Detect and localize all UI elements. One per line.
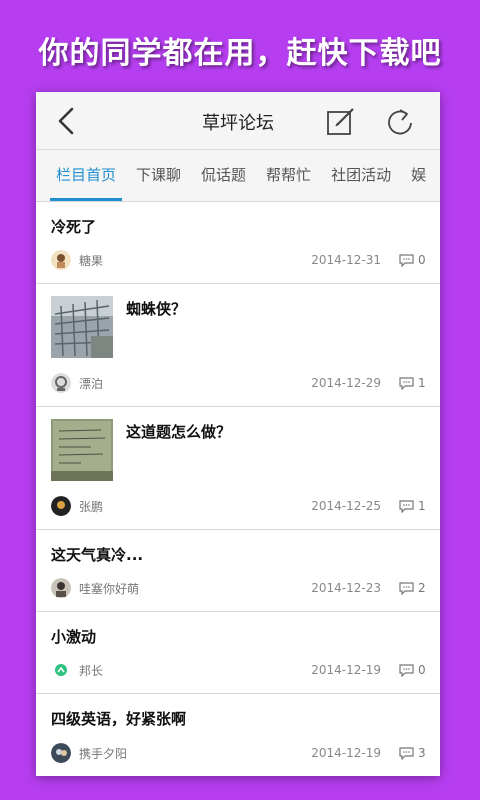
avatar: [51, 250, 71, 270]
post-author: 张鹏: [79, 499, 104, 514]
page-title: 草坪论坛: [202, 113, 274, 134]
post-title: 四级英语，好紧张啊: [51, 710, 187, 728]
post-meta: 张鹏 2014-12-25 1: [51, 495, 428, 517]
post-item[interactable]: 这天气真冷... 哇塞你好萌 2014-12-23 2: [36, 530, 440, 612]
tab-entertainment[interactable]: 娱: [405, 150, 432, 201]
post-date: 2014-12-23: [311, 581, 381, 595]
comment-icon: [399, 376, 414, 390]
comment-icon: [399, 499, 414, 513]
post-title: 冷死了: [51, 218, 97, 236]
refresh-icon[interactable]: [386, 106, 414, 136]
post-meta: 携手夕阳 2014-12-19 3: [51, 742, 428, 764]
post-item[interactable]: 小激动 邦长 2014-12-19 0: [36, 612, 440, 694]
post-title: 蜘蛛侠？: [126, 300, 187, 318]
post-title: 这道题怎么做？: [126, 423, 232, 441]
post-author: 糖果: [79, 253, 104, 268]
post-date: 2014-12-19: [311, 746, 381, 760]
post-thumbnail: [51, 296, 113, 358]
comment-count: 1: [418, 376, 426, 390]
post-thumbnail: [51, 419, 113, 481]
comment-icon: [399, 663, 414, 677]
comment-icon: [399, 581, 414, 595]
compose-icon[interactable]: [326, 106, 356, 136]
top-bar: 草坪论坛: [36, 92, 440, 150]
post-meta: 糖果 2014-12-31 0: [51, 249, 428, 271]
post-author: 邦长: [79, 663, 104, 678]
post-date: 2014-12-29: [311, 376, 381, 390]
avatar: [51, 660, 71, 680]
avatar: [51, 578, 71, 598]
post-item[interactable]: 四级英语，好紧张啊 携手夕阳 2014-12-19 3: [36, 694, 440, 776]
post-author: 漂泊: [79, 376, 104, 391]
post-meta: 漂泊 2014-12-29 1: [51, 372, 428, 394]
post-meta: 邦长 2014-12-19 0: [51, 659, 428, 681]
app-screen: 草坪论坛 栏目首页 下课聊 侃话题 帮帮忙 社团活动 娱 冷死了 糖果 2014…: [36, 92, 440, 776]
post-item[interactable]: 蜘蛛侠？ 漂泊 2014-12-29 1: [36, 284, 440, 407]
comment-count: 1: [418, 499, 426, 513]
avatar: [51, 373, 71, 393]
tab-help[interactable]: 帮帮忙: [260, 150, 317, 201]
comment-count: 0: [418, 663, 426, 677]
tab-topics[interactable]: 侃话题: [195, 150, 252, 201]
comment-count: 3: [418, 746, 426, 760]
post-item[interactable]: 冷死了 糖果 2014-12-31 0: [36, 202, 440, 284]
tab-clubs[interactable]: 社团活动: [325, 150, 397, 201]
comment-icon: [399, 746, 414, 760]
comment-count: 2: [418, 581, 426, 595]
post-title: 小激动: [51, 628, 97, 646]
post-title: 这天气真冷...: [51, 546, 144, 564]
tab-chat[interactable]: 下课聊: [130, 150, 187, 201]
category-tabs: 栏目首页 下课聊 侃话题 帮帮忙 社团活动 娱: [36, 150, 440, 202]
avatar: [51, 496, 71, 516]
post-item[interactable]: 这道题怎么做？ 张鹏 2014-12-25 1: [36, 407, 440, 530]
comment-count: 0: [418, 253, 426, 267]
post-meta: 哇塞你好萌 2014-12-23 2: [51, 577, 428, 599]
promo-banner-text: 你的同学都在用，赶快下载吧: [38, 36, 442, 71]
post-date: 2014-12-19: [311, 663, 381, 677]
post-author: 携手夕阳: [79, 746, 128, 761]
comment-icon: [399, 253, 414, 267]
tab-home[interactable]: 栏目首页: [50, 150, 123, 201]
avatar: [51, 743, 71, 763]
post-date: 2014-12-31: [311, 253, 381, 267]
post-date: 2014-12-25: [311, 499, 381, 513]
post-author: 哇塞你好萌: [79, 581, 140, 596]
